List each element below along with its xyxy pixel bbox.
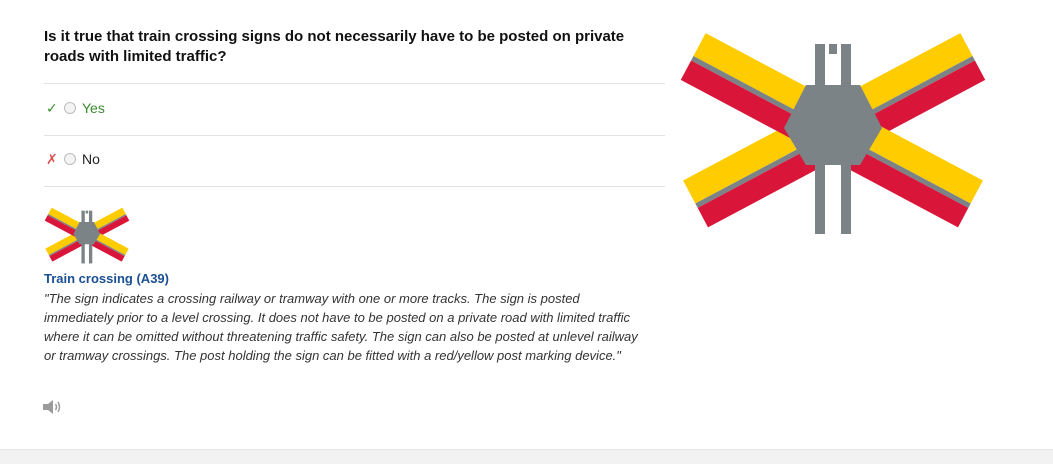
answer-label: Yes: [82, 100, 105, 116]
train-crossing-sign-icon: [680, 33, 986, 234]
radio-button[interactable]: [64, 153, 76, 165]
train-crossing-sign-thumbnail-icon: [44, 207, 130, 264]
answer-option-yes[interactable]: ✓ Yes: [46, 98, 105, 118]
divider: [44, 135, 665, 136]
answer-option-no[interactable]: ✗ No: [46, 149, 100, 169]
answer-label: No: [82, 151, 100, 167]
radio-button[interactable]: [64, 102, 76, 114]
divider: [44, 83, 665, 84]
sign-title: Train crossing (A39): [44, 271, 169, 286]
sign-description: "The sign indicates a crossing railway o…: [44, 291, 638, 363]
speaker-icon[interactable]: [42, 399, 62, 415]
check-icon: ✓: [46, 99, 58, 116]
footer-bar: [0, 449, 1053, 464]
x-icon: ✗: [46, 150, 58, 167]
divider: [44, 186, 665, 187]
question-text: Is it true that train crossing signs do …: [44, 28, 625, 65]
